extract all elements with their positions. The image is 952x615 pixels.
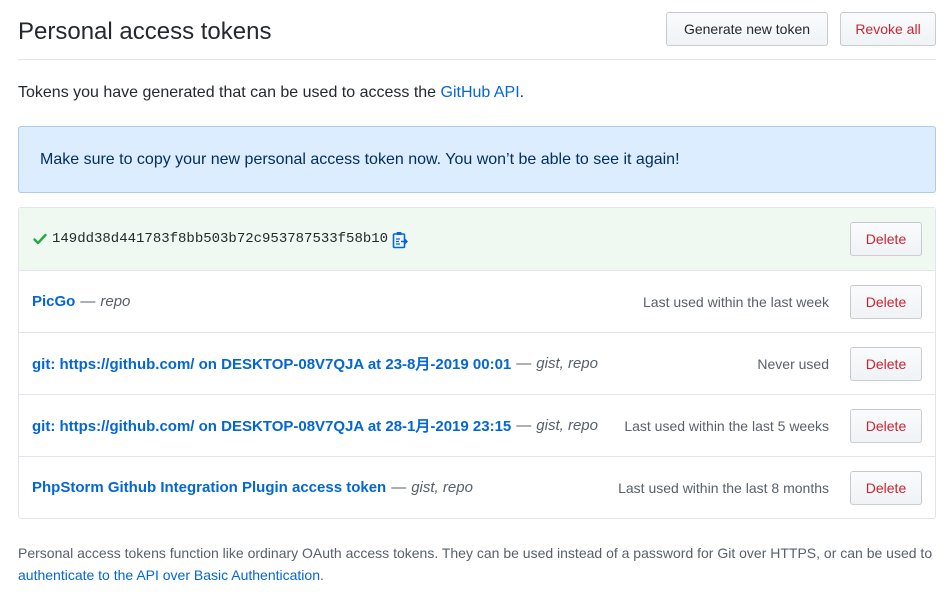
- footer-text-after: .: [319, 567, 324, 583]
- token-last-used: Last used within the last 8 months: [618, 479, 829, 496]
- token-name-link[interactable]: git: https://github.com/ on DESKTOP-08V7…: [32, 415, 511, 436]
- intro-text: Tokens you have generated that can be us…: [18, 84, 524, 102]
- footer-text-before: Personal access tokens function like ord…: [18, 545, 933, 561]
- token-scopes: gist, repo: [411, 479, 473, 496]
- token-value[interactable]: 149dd38d441783f8bb503b72c953787533f58b10: [52, 231, 388, 247]
- check-icon: [32, 231, 48, 247]
- token-separator: —: [391, 479, 407, 496]
- token-last-used: Last used within the last 5 weeks: [624, 417, 829, 434]
- token-info: git: https://github.com/ on DESKTOP-08V7…: [32, 395, 598, 456]
- token-row: PhpStorm Github Integration Plugin acces…: [19, 456, 935, 518]
- token-last-used: Never used: [757, 355, 829, 372]
- revoke-all-button[interactable]: Revoke all: [840, 12, 936, 46]
- token-row: git: https://github.com/ on DESKTOP-08V7…: [19, 332, 935, 394]
- token-info: PhpStorm Github Integration Plugin acces…: [32, 457, 473, 518]
- github-api-link[interactable]: GitHub API: [441, 84, 520, 101]
- intro-text-before: Tokens you have generated that can be us…: [18, 84, 441, 101]
- token-scopes: gist, repo: [536, 355, 598, 372]
- delete-token-button[interactable]: Delete: [850, 285, 922, 319]
- new-token-value-container: 149dd38d441783f8bb503b72c953787533f58b10: [32, 208, 408, 270]
- token-scopes: gist, repo: [536, 417, 598, 434]
- token-name-link[interactable]: git: https://github.com/ on DESKTOP-08V7…: [32, 353, 511, 374]
- token-info: git: https://github.com/ on DESKTOP-08V7…: [32, 333, 598, 394]
- token-scopes: repo: [100, 293, 131, 310]
- page: Personal access tokens Generate new toke…: [0, 0, 952, 615]
- clipboard-icon[interactable]: [392, 231, 408, 249]
- token-separator: —: [516, 355, 532, 372]
- page-header: Personal access tokens Generate new toke…: [18, 0, 936, 60]
- delete-token-button[interactable]: Delete: [850, 409, 922, 443]
- delete-token-button[interactable]: Delete: [850, 347, 922, 381]
- token-info: PicGo — repo: [32, 271, 130, 332]
- token-row: git: https://github.com/ on DESKTOP-08V7…: [19, 394, 935, 456]
- token-name-link[interactable]: PicGo: [32, 293, 75, 310]
- new-token-row: 149dd38d441783f8bb503b72c953787533f58b10…: [19, 208, 935, 270]
- basic-auth-link[interactable]: authenticate to the API over Basic Authe…: [18, 567, 320, 583]
- delete-new-token-button[interactable]: Delete: [850, 222, 922, 256]
- token-separator: —: [80, 293, 96, 310]
- token-row: PicGo — repo Last used within the last w…: [19, 270, 935, 332]
- intro-text-after: .: [519, 84, 525, 101]
- page-title: Personal access tokens: [18, 18, 272, 45]
- token-name-link[interactable]: PhpStorm Github Integration Plugin acces…: [32, 479, 386, 496]
- flash-message: Make sure to copy your new personal acce…: [40, 150, 680, 168]
- token-last-used: Last used within the last week: [643, 293, 829, 310]
- generate-new-token-button[interactable]: Generate new token: [666, 12, 828, 46]
- token-separator: —: [516, 417, 532, 434]
- copy-token-flash: Make sure to copy your new personal acce…: [18, 126, 936, 193]
- delete-token-button[interactable]: Delete: [850, 471, 922, 505]
- token-list: 149dd38d441783f8bb503b72c953787533f58b10…: [18, 207, 936, 519]
- footer-note: Personal access tokens function like ord…: [18, 542, 933, 586]
